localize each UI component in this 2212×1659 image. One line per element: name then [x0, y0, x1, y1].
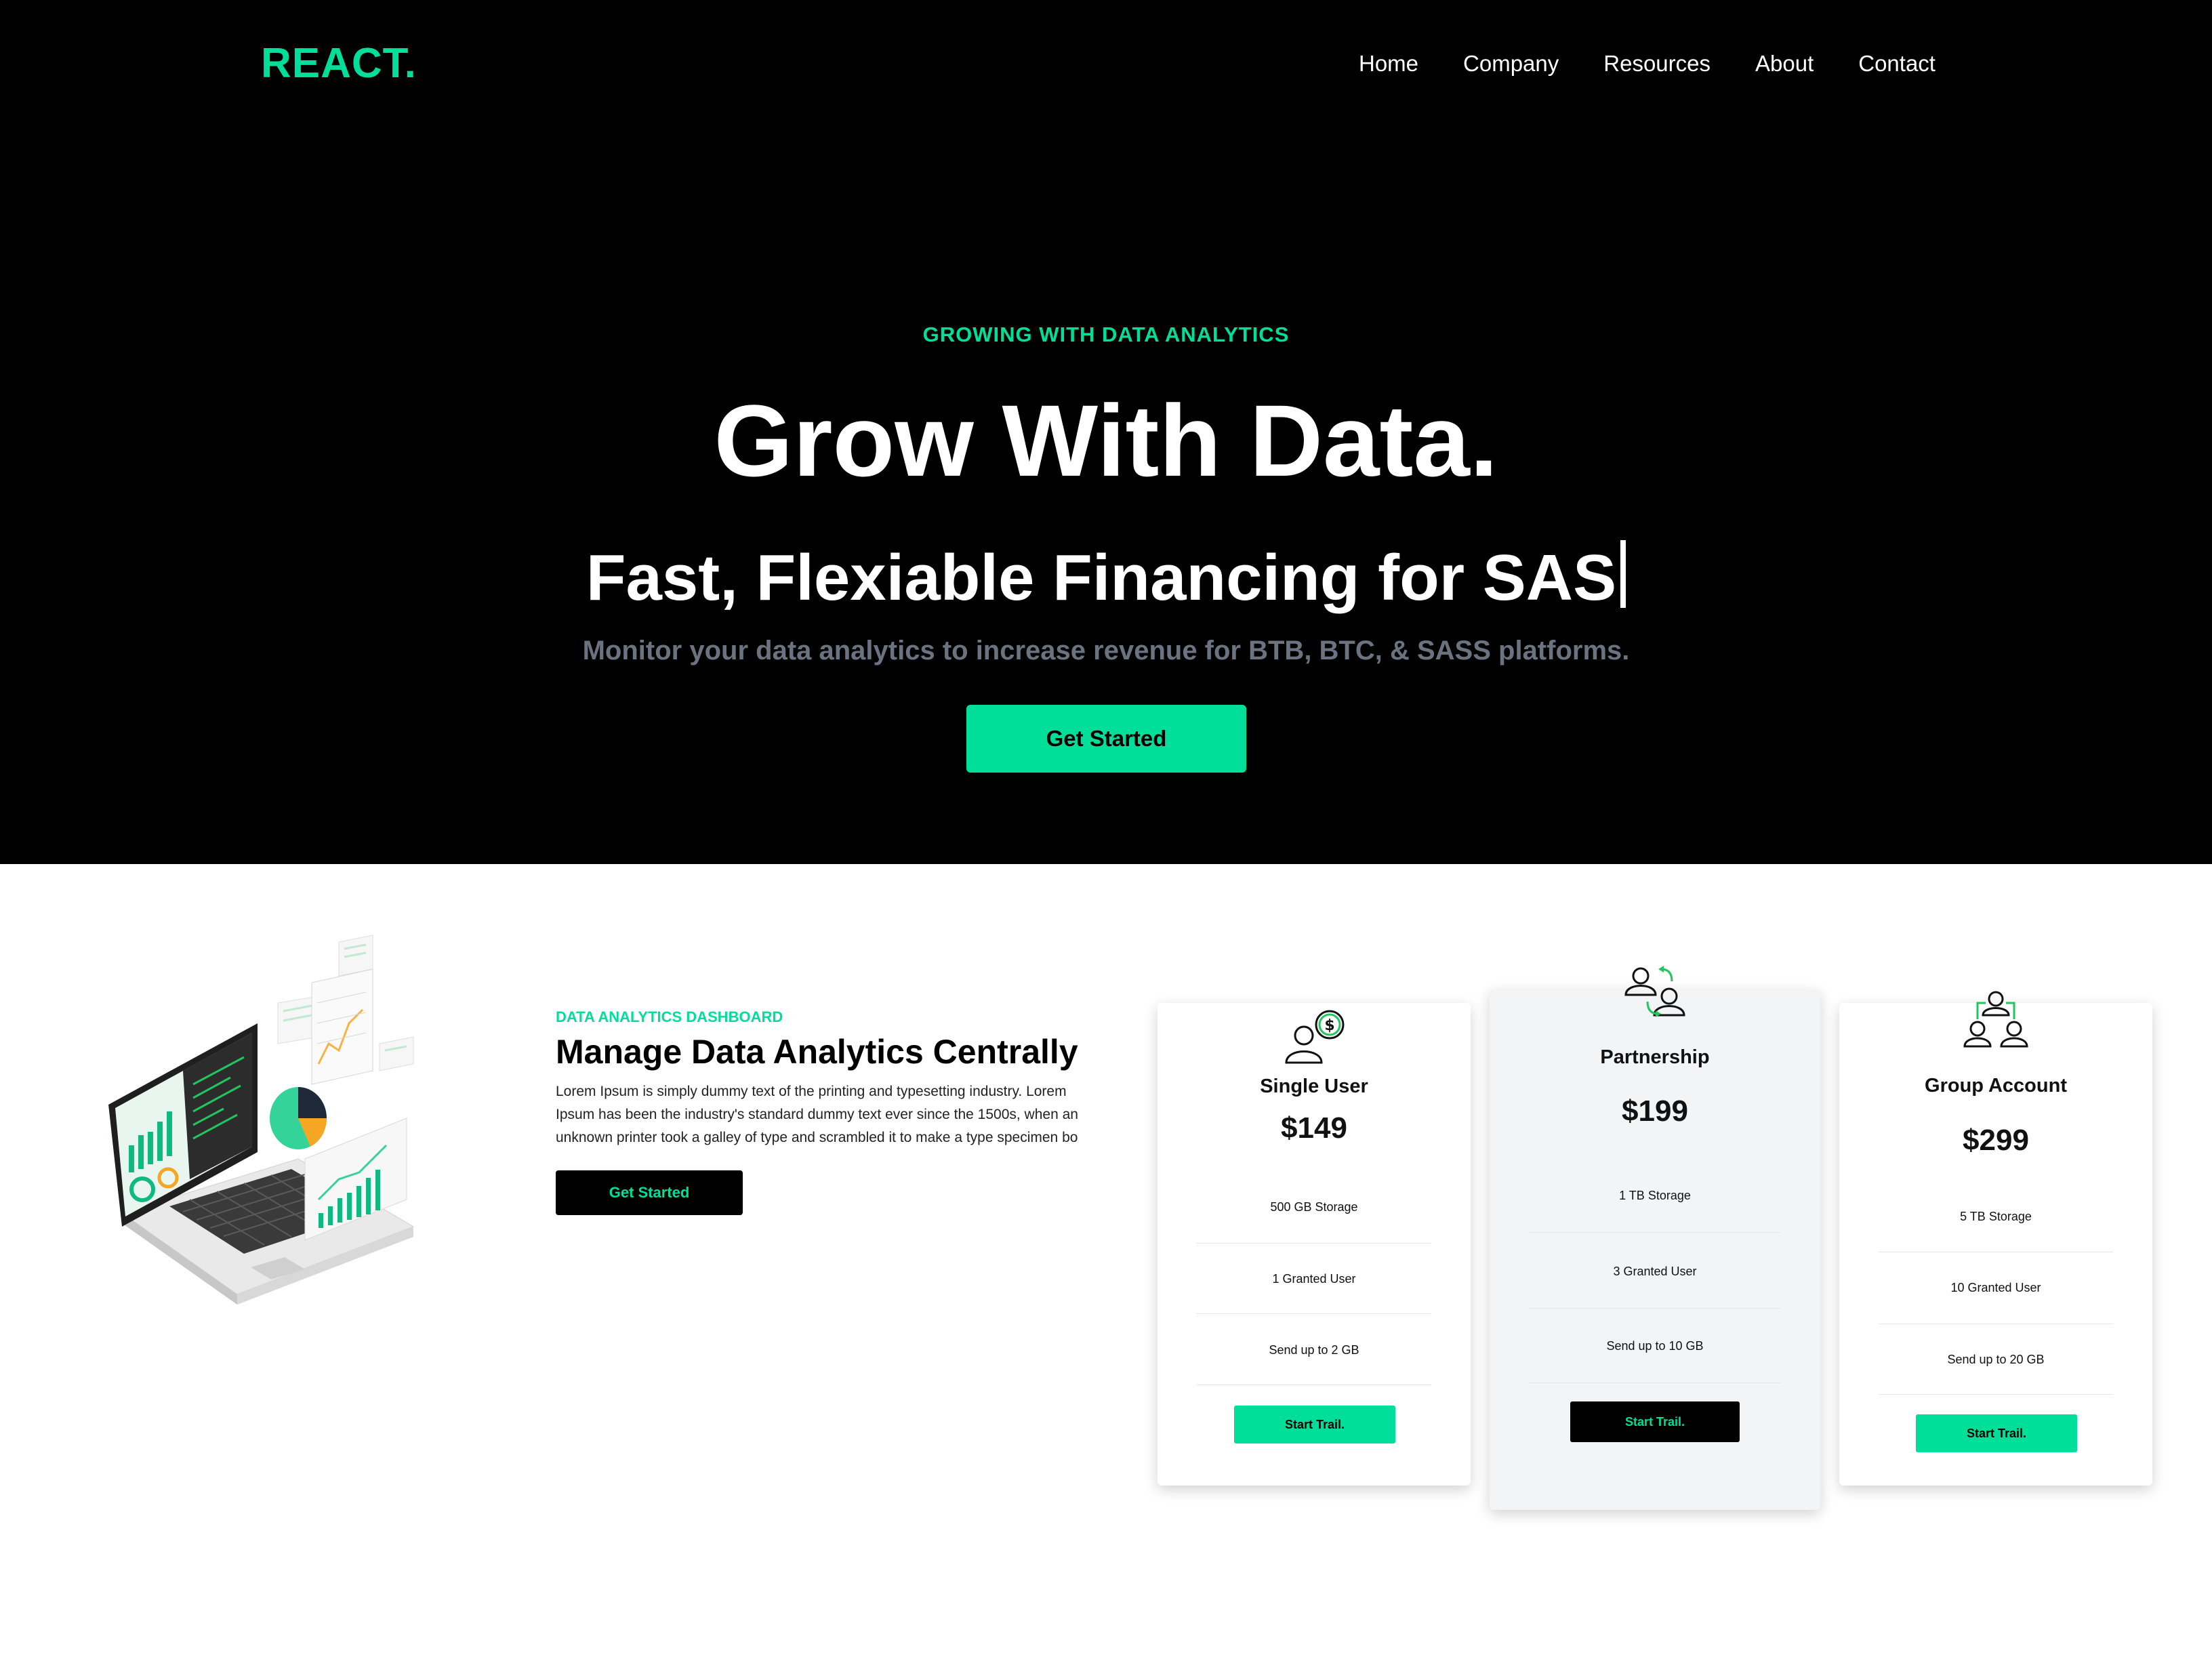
nav-company[interactable]: Company — [1463, 49, 1559, 79]
svg-text:$: $ — [1324, 1017, 1334, 1034]
logo[interactable]: REACT. — [261, 39, 417, 87]
start-trial-button[interactable]: Start Trail. — [1570, 1401, 1740, 1442]
partnership-icon — [1490, 962, 1820, 1023]
plan-price: $299 — [1963, 1124, 2029, 1157]
nav-about[interactable]: About — [1755, 49, 1814, 79]
plan-price: $149 — [1281, 1111, 1347, 1145]
plan-feature-transfer: Send up to 2 GB — [1269, 1343, 1359, 1357]
feature-divider — [1529, 1382, 1781, 1383]
plan-feature-users: 1 Granted User — [1272, 1272, 1356, 1286]
text-cursor — [1620, 540, 1626, 608]
nav-contact[interactable]: Contact — [1858, 49, 1936, 79]
plan-name: Group Account — [1925, 1075, 2067, 1097]
feature-divider — [1529, 1308, 1781, 1309]
hero-eyebrow: GROWING WITH DATA ANALYTICS — [922, 323, 1290, 346]
typed-text: Fast, Flexiable Financing for SAS — [586, 541, 1617, 614]
start-trial-button[interactable]: Start Trail. — [1234, 1406, 1395, 1443]
laptop-analytics-illustration — [95, 928, 434, 1308]
get-started-button[interactable]: Get Started — [966, 705, 1246, 773]
pricing-card-group-account: Group Account $299 5 TB Storage 10 Grant… — [1839, 991, 2152, 1486]
analytics-title: Manage Data Analytics Centrally — [556, 1033, 1078, 1071]
hero-section: REACT. Home Company Resources About Cont… — [0, 0, 2212, 864]
plan-feature-storage: 1 TB Storage — [1619, 1189, 1691, 1202]
start-trial-button[interactable]: Start Trail. — [1916, 1414, 2077, 1452]
hero-subtitle: Fast, Flexiable Financing for SAS — [0, 539, 2212, 617]
hero-title: Grow With Data. — [714, 384, 1498, 497]
feature-divider — [1197, 1313, 1431, 1314]
pricing-card-partnership: Partnership $199 1 TB Storage 3 Granted … — [1490, 966, 1820, 1510]
plan-price: $199 — [1622, 1094, 1688, 1128]
analytics-eyebrow: DATA ANALYTICS DASHBOARD — [556, 1008, 783, 1025]
plan-name: Partnership — [1600, 1046, 1710, 1068]
main-nav: Home Company Resources About Contact — [1359, 49, 1936, 79]
plan-feature-users: 3 Granted User — [1613, 1265, 1697, 1278]
feature-divider — [1879, 1394, 2113, 1395]
nav-resources[interactable]: Resources — [1603, 49, 1711, 79]
plan-feature-users: 10 Granted User — [1950, 1281, 2041, 1294]
plan-name: Single User — [1260, 1076, 1368, 1097]
plan-feature-storage: 5 TB Storage — [1960, 1210, 2032, 1223]
analytics-get-started-button[interactable]: Get Started — [556, 1170, 743, 1215]
plan-feature-transfer: Send up to 10 GB — [1606, 1339, 1704, 1353]
user-dollar-icon: $ — [1158, 1003, 1471, 1064]
pricing-card-single-user: $ Single User $149 500 GB Storage 1 Gran… — [1158, 1003, 1471, 1486]
feature-divider — [1529, 1232, 1781, 1233]
plan-feature-storage: 500 GB Storage — [1270, 1200, 1358, 1214]
group-icon — [1839, 987, 2152, 1054]
feature-divider — [1197, 1243, 1431, 1244]
hero-description: Monitor your data analytics to increase … — [582, 636, 1630, 665]
nav-home[interactable]: Home — [1359, 49, 1418, 79]
plan-feature-transfer: Send up to 20 GB — [1947, 1353, 2045, 1366]
analytics-text: Lorem Ipsum is simply dummy text of the … — [556, 1084, 1078, 1145]
